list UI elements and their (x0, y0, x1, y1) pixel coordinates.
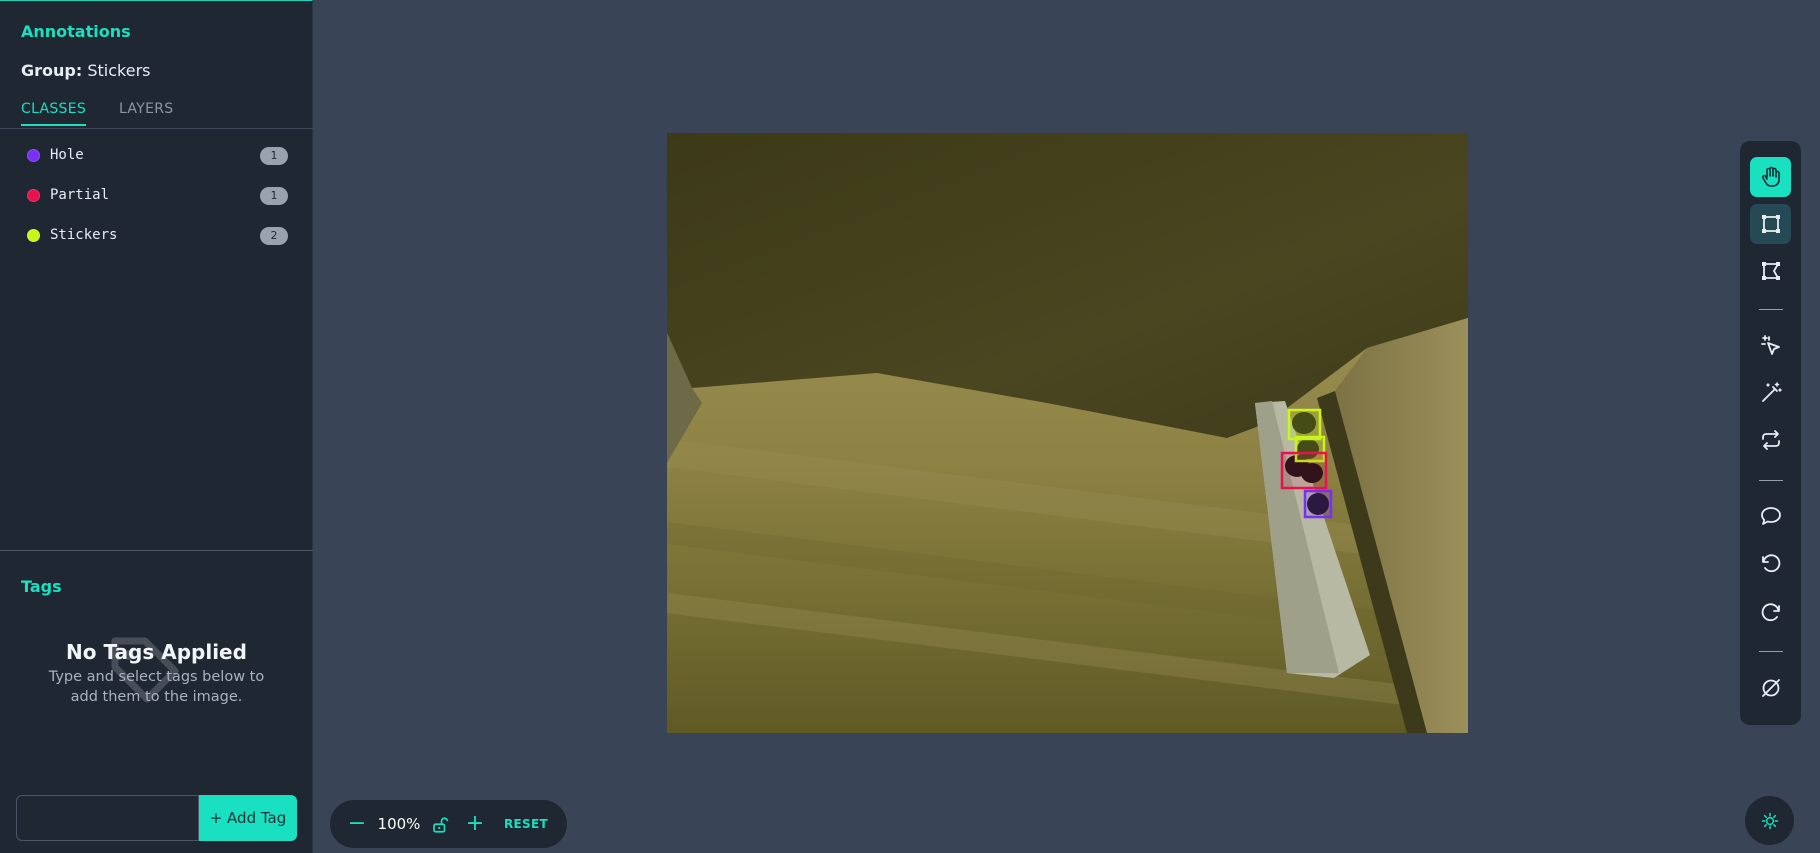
sidebar-title: Annotations (21, 22, 131, 41)
undo-icon (1761, 554, 1780, 573)
class-color-dot (27, 149, 40, 162)
undo-tool[interactable] (1750, 544, 1791, 584)
magic-wand-tool[interactable] (1750, 373, 1791, 413)
class-item-hole[interactable]: Hole 1 (0, 141, 313, 181)
zoom-control-bar: − 100% + RESET (330, 800, 567, 848)
magic-wand-icon (1761, 382, 1782, 402)
annotation-box-hole[interactable] (1303, 489, 1333, 519)
bounding-box-tool[interactable] (1750, 204, 1791, 244)
sun-icon (1761, 812, 1778, 829)
class-name: Hole (50, 147, 84, 163)
class-item-stickers[interactable]: Stickers 2 (0, 221, 313, 261)
zoom-in-button[interactable]: + (464, 800, 486, 848)
comment-tool[interactable] (1750, 496, 1791, 536)
comment-icon (1760, 507, 1781, 525)
unlock-icon (433, 817, 449, 833)
class-count-badge: 1 (260, 187, 288, 205)
repeat-icon (1761, 430, 1780, 450)
class-color-dot (27, 229, 40, 242)
no-tags-title: No Tags Applied (66, 640, 247, 664)
hand-icon (1761, 166, 1780, 187)
zoom-out-button[interactable]: − (346, 800, 368, 848)
smart-select-icon (1760, 335, 1780, 355)
annotation-box-partial[interactable] (1280, 451, 1328, 490)
polygon-icon (1761, 262, 1780, 280)
zoom-level: 100% (377, 815, 421, 833)
tags-section: Tags No Tags Applied Type and select tag… (0, 550, 313, 853)
class-list: Hole 1 Partial 1 Stickers 2 (0, 141, 313, 261)
class-item-partial[interactable]: Partial 1 (0, 181, 313, 221)
polygon-tool[interactable] (1750, 251, 1791, 291)
toolbar-divider (1759, 480, 1783, 481)
add-tag-button[interactable]: + Add Tag (199, 795, 297, 841)
zoom-reset-button[interactable]: RESET (496, 800, 556, 848)
class-count-badge: 2 (260, 227, 288, 245)
repeat-tool[interactable] (1750, 420, 1791, 460)
no-tags-description: Type and select tags below to add them t… (48, 669, 265, 705)
class-color-dot (27, 189, 40, 202)
group-value: Stickers (87, 61, 151, 80)
class-name: Partial (50, 187, 110, 203)
sidebar-tabs: CLASSES LAYERS (0, 99, 313, 129)
hide-icon (1761, 679, 1780, 697)
tag-input[interactable] (16, 795, 199, 841)
settings-button[interactable] (1745, 796, 1794, 845)
zoom-lock-button[interactable] (428, 800, 452, 848)
group-label: Group: (21, 61, 83, 80)
class-name: Stickers (50, 227, 118, 243)
annotations-sidebar: Annotations Group: Stickers CLASSES LAYE… (0, 0, 313, 853)
tab-classes[interactable]: CLASSES (21, 101, 87, 126)
class-count-badge: 1 (260, 147, 288, 165)
redo-icon (1761, 603, 1780, 622)
hand-tool[interactable] (1750, 157, 1791, 197)
toolbar-divider (1759, 309, 1783, 310)
toolbar-divider (1759, 651, 1783, 652)
hide-annotations-tool[interactable] (1750, 668, 1791, 708)
bounding-box-icon (1761, 215, 1780, 233)
tool-palette (1740, 141, 1801, 725)
redo-tool[interactable] (1750, 593, 1791, 633)
annotation-image-canvas (667, 133, 1468, 733)
annotation-image[interactable] (667, 133, 1468, 733)
tags-title: Tags (21, 577, 62, 596)
group-indicator: Group: Stickers (21, 61, 150, 80)
smart-select-tool[interactable] (1750, 326, 1791, 366)
tab-layers[interactable]: LAYERS (119, 101, 173, 117)
annotation-box-sticker-1[interactable] (1287, 408, 1322, 441)
